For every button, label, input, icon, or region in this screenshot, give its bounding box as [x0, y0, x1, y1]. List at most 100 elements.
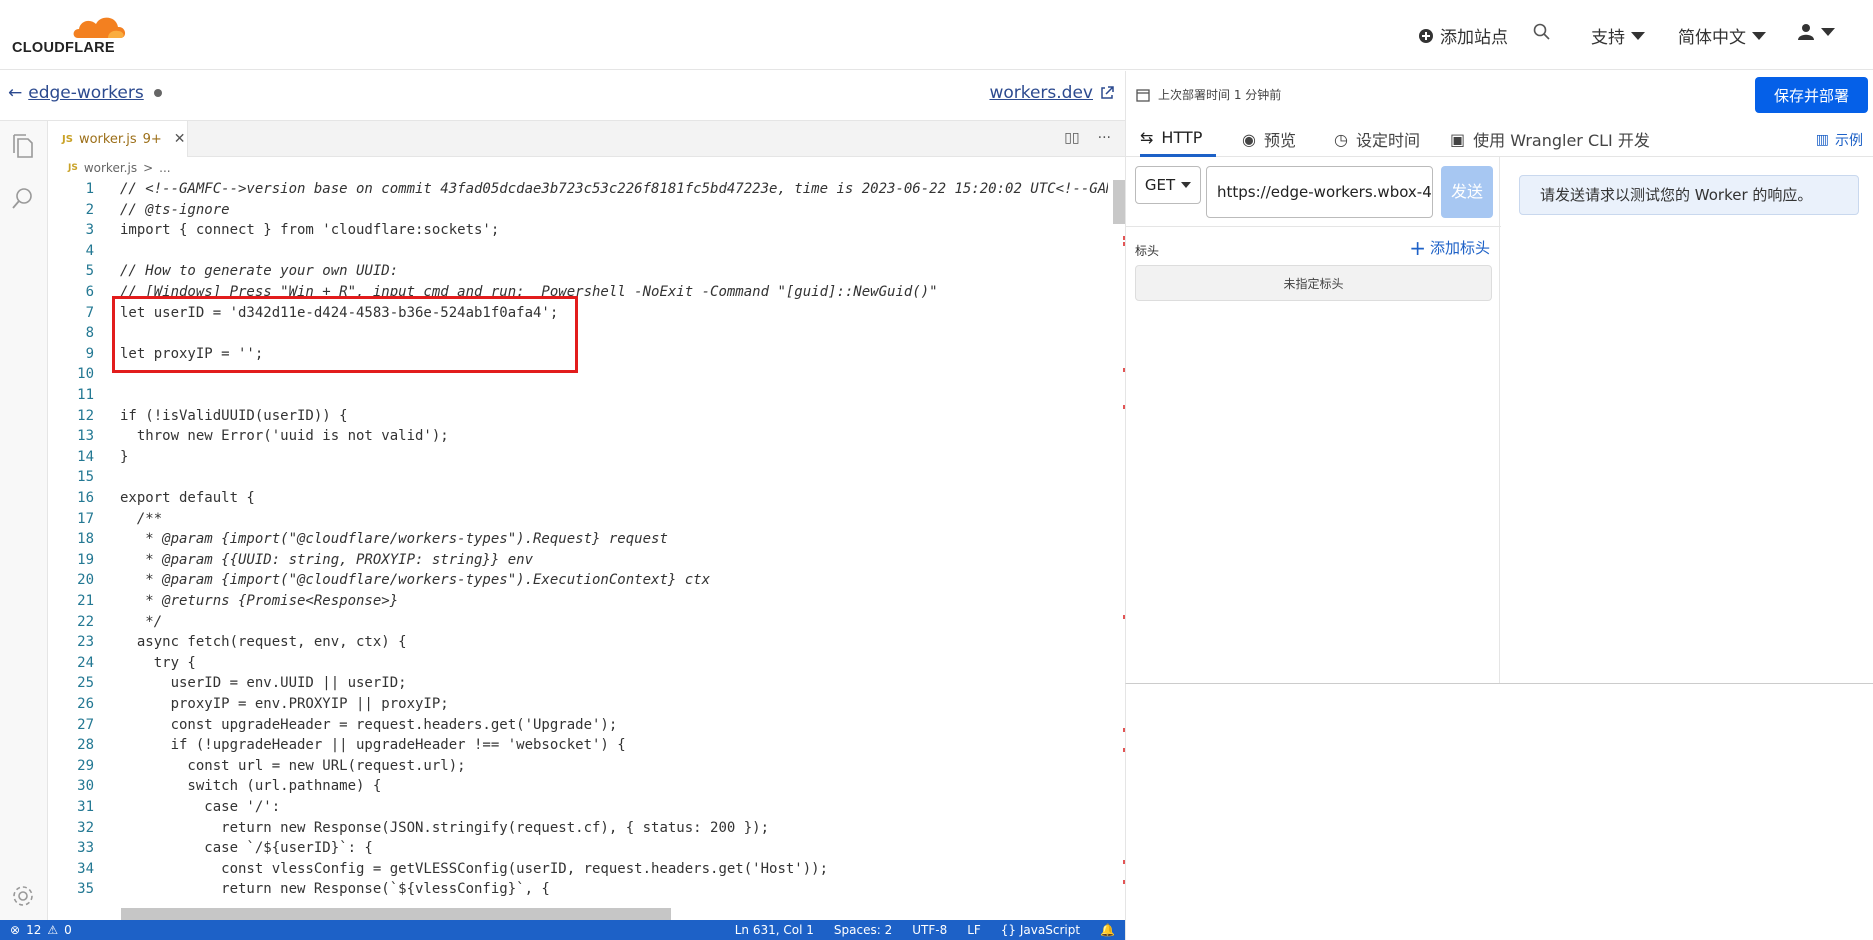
cloudflare-logo[interactable]: CLOUDFLARE	[12, 12, 132, 60]
code-line[interactable]: 12 if (!isValidUUID(userID)) {	[48, 406, 1108, 427]
line-number: 15	[77, 469, 94, 486]
code-line[interactable]: 21 * @returns {Promise<Response>}	[48, 591, 1108, 612]
code-line[interactable]: 35 return new Response(`${vlessConfig}`,…	[48, 879, 1108, 899]
breadcrumb-file[interactable]: worker.js	[84, 161, 137, 175]
line-number: 18	[77, 531, 94, 548]
code-line[interactable]: 22 */	[48, 612, 1108, 633]
back-to-worker-link[interactable]: ← edge-workers	[8, 83, 162, 103]
response-hint: 请发送请求以测试您的 Worker 的响应。	[1519, 175, 1859, 215]
indentation[interactable]: Spaces: 2	[834, 923, 892, 937]
code-line[interactable]: 25 userID = env.UUID || userID;	[48, 673, 1108, 694]
line-text: /**	[120, 510, 163, 527]
line-text: import { connect } from 'cloudflare:sock…	[120, 222, 500, 239]
tab-preview[interactable]: ◉ 预览	[1242, 121, 1296, 157]
code-area[interactable]: 1 // <!--GAMFC-->version base on commit 4…	[48, 179, 1108, 899]
code-line[interactable]: 31 case '/':	[48, 797, 1108, 818]
cursor-position[interactable]: Ln 631, Col 1	[735, 923, 814, 937]
line-number: 25	[77, 675, 94, 692]
worker-header: ← edge-workers workers.dev	[0, 71, 1125, 121]
code-line[interactable]: 28 if (!upgradeHeader || upgradeHeader !…	[48, 735, 1108, 756]
line-text: proxyIP = env.PROXYIP || proxyIP;	[120, 696, 449, 712]
preview-header: 上次部署时间 1 分钟前 保存并部署	[1125, 71, 1873, 121]
code-line[interactable]: 18 * @param {import("@cloudflare/workers…	[48, 529, 1108, 550]
end-of-line[interactable]: LF	[967, 923, 981, 937]
http-method-select[interactable]: GET	[1135, 166, 1201, 204]
save-and-deploy-button[interactable]: 保存并部署	[1755, 77, 1868, 113]
tab-wrangler-cli[interactable]: ▣ 使用 Wrangler CLI 开发	[1450, 121, 1650, 157]
add-site-button[interactable]: 添加站点	[1418, 23, 1508, 48]
code-line[interactable]: 3 import { connect } from 'cloudflare:soc…	[48, 220, 1108, 241]
code-line[interactable]: 24 try {	[48, 653, 1108, 674]
breadcrumb: JS worker.js > ...	[68, 161, 171, 175]
code-line[interactable]: 26 proxyIP = env.PROXYIP || proxyIP;	[48, 694, 1108, 715]
tab-worker-js[interactable]: JS worker.js 9+ ✕	[48, 121, 188, 157]
code-line[interactable]: 5 // How to generate your own UUID:	[48, 261, 1108, 282]
line-text: const url = new URL(request.url);	[120, 757, 466, 774]
line-text: const upgradeHeader = request.headers.ge…	[120, 716, 618, 733]
line-text: if (!isValidUUID(userID)) {	[120, 407, 348, 424]
tab-schedule[interactable]: ◷ 设定时间	[1334, 121, 1420, 157]
search-button[interactable]	[1533, 23, 1551, 41]
code-line[interactable]: 17 /**	[48, 509, 1108, 530]
worker-name: edge-workers	[28, 83, 144, 103]
more-actions-icon[interactable]: ···	[1098, 130, 1111, 146]
code-line[interactable]: 23 async fetch(request, env, ctx) {	[48, 632, 1108, 653]
code-line[interactable]: 32 return new Response(JSON.stringify(re…	[48, 818, 1108, 839]
breadcrumb-more[interactable]: ...	[159, 161, 170, 175]
code-line[interactable]: 4	[48, 241, 1108, 262]
bell-icon[interactable]: 🔔	[1100, 923, 1115, 937]
code-line[interactable]: 14}	[48, 447, 1108, 468]
line-number: 31	[77, 799, 94, 815]
code-line[interactable]: 34 const vlessConfig = getVLESSConfig(us…	[48, 859, 1108, 880]
code-line[interactable]: 15	[48, 467, 1108, 488]
send-button[interactable]: 发送	[1441, 166, 1493, 218]
line-text: try {	[120, 654, 196, 671]
activity-bar	[0, 121, 48, 920]
workers-dev-label: workers.dev	[989, 83, 1093, 103]
close-icon[interactable]: ✕	[174, 131, 186, 147]
search-icon[interactable]	[10, 185, 36, 213]
code-line[interactable]: 30 switch (url.pathname) {	[48, 776, 1108, 797]
encoding[interactable]: UTF-8	[912, 923, 947, 937]
deploy-time-label: 上次部署时间 1 分钟前	[1158, 88, 1282, 102]
code-line[interactable]: 29 const url = new URL(request.url);	[48, 756, 1108, 777]
code-line[interactable]: 19 * @param {{UUID: string, PROXYIP: str…	[48, 550, 1108, 571]
example-label: 示例	[1835, 133, 1863, 149]
line-number: 12	[77, 407, 94, 424]
problems-indicator[interactable]: ⊗ 12 ⚠ 0	[10, 923, 72, 937]
add-header-button[interactable]: + 添加标头	[1409, 237, 1490, 258]
code-line[interactable]: 33 case `/${userID}`: {	[48, 838, 1108, 859]
code-line[interactable]: 27 const upgradeHeader = request.headers…	[48, 715, 1108, 736]
arrow-left-icon: ←	[8, 83, 23, 103]
code-line[interactable]: 1 // <!--GAMFC-->version base on commit 4…	[48, 179, 1108, 200]
gear-icon[interactable]	[10, 883, 36, 909]
code-line[interactable]: 20 * @param {import("@cloudflare/workers…	[48, 570, 1108, 591]
line-number: 32	[77, 819, 94, 836]
explorer-files-icon[interactable]	[10, 133, 36, 161]
headers-label: 标头	[1135, 244, 1160, 258]
example-button[interactable]: ▥ 示例	[1816, 130, 1863, 150]
vertical-scrollbar-thumb[interactable]	[1113, 180, 1125, 224]
tab-http[interactable]: ⇆ HTTP	[1140, 121, 1217, 157]
request-url-input[interactable]: https://edge-workers.wbox-4	[1206, 166, 1433, 218]
error-icon: ⊗	[10, 923, 21, 937]
line-number: 17	[77, 510, 94, 527]
line-text: userID = env.UUID || userID;	[120, 675, 407, 692]
line-text: // @ts-ignore	[120, 201, 230, 218]
code-line[interactable]: 16 export default {	[48, 488, 1108, 509]
language-menu[interactable]: 简体中文	[1678, 23, 1766, 48]
user-menu[interactable]	[1797, 23, 1835, 41]
horizontal-scrollbar-thumb[interactable]	[121, 908, 671, 920]
language-mode[interactable]: {} JavaScript	[1001, 923, 1080, 937]
tab-http-label: HTTP	[1161, 128, 1203, 147]
line-text: case `/${userID}`: {	[120, 840, 373, 857]
workers-dev-link[interactable]: workers.dev	[989, 83, 1115, 103]
split-editor-icon[interactable]: ▯▯	[1064, 130, 1079, 146]
support-menu[interactable]: 支持	[1591, 23, 1645, 48]
cloud-icon	[73, 17, 126, 38]
code-line[interactable]: 2 // @ts-ignore	[48, 200, 1108, 221]
code-line[interactable]: 11	[48, 385, 1108, 406]
line-number: 35	[77, 881, 94, 898]
code-line[interactable]: 13 throw new Error('uuid is not valid');	[48, 426, 1108, 447]
add-header-label: 添加标头	[1429, 239, 1490, 257]
